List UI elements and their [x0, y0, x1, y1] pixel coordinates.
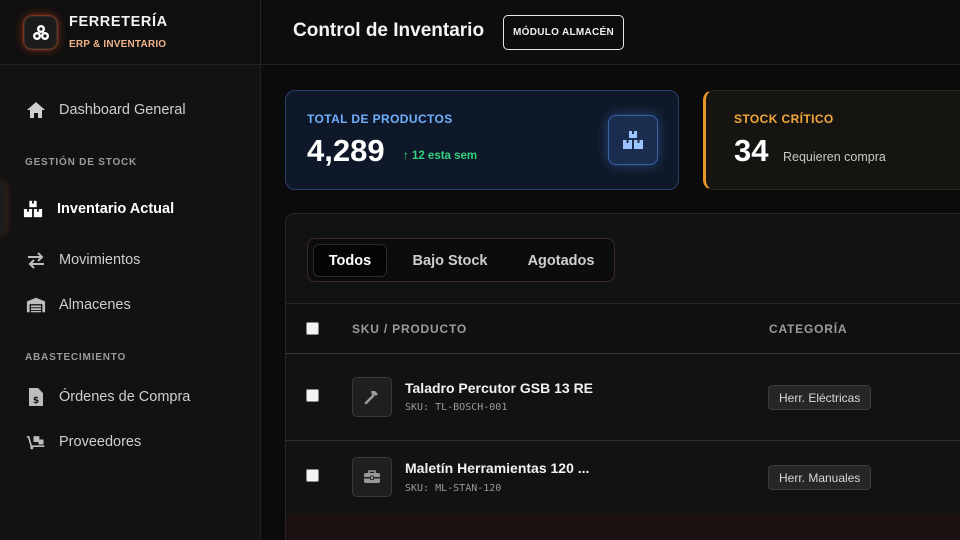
arrows-exchange-icon — [26, 250, 46, 270]
inventory-panel: Todos Bajo Stock Agotados SKU / PRODUCTO… — [285, 213, 960, 540]
column-header-category[interactable]: CATEGORÍA — [769, 322, 847, 336]
section-label-supply: ABASTECIMIENTO — [25, 352, 127, 363]
product-name: Taladro Percutor GSB 13 RE — [405, 380, 594, 396]
product-sku: SKU: ML-STAN-120 — [405, 483, 502, 494]
stat-value: 4,289 — [307, 133, 385, 168]
sidebar-item-suppliers[interactable]: Proveedores — [0, 422, 260, 462]
product-sku: SKU: TL-BOSCH-001 — [405, 402, 508, 413]
sidebar-item-inventory[interactable]: Inventario Actual — [0, 189, 260, 229]
brand-header: FERRETERÍA ERP & INVENTARIO — [0, 0, 260, 65]
boxes-icon — [23, 199, 43, 219]
sidebar-item-label: Inventario Actual — [57, 201, 175, 217]
row-checkbox[interactable] — [306, 469, 319, 482]
hammer-icon — [352, 377, 392, 417]
invoice-dollar-icon: $ — [26, 387, 46, 407]
filter-tabs: Todos Bajo Stock Agotados — [307, 238, 615, 282]
page-title: Control de Inventario — [293, 20, 485, 41]
sidebar-item-dashboard[interactable]: Dashboard General — [0, 90, 260, 130]
tab-todos[interactable]: Todos — [313, 244, 387, 277]
brand-subtitle: ERP & INVENTARIO — [69, 39, 167, 50]
section-label-stock: GESTIÓN DE STOCK — [25, 157, 138, 168]
sidebar-item-label: Proveedores — [59, 434, 142, 450]
toolbox-icon — [352, 457, 392, 497]
sidebar-item-label: Dashboard General — [59, 102, 186, 118]
stat-value: 34 — [734, 133, 769, 168]
warehouse-icon — [26, 295, 46, 315]
sidebar-item-movements[interactable]: Movimientos — [0, 240, 260, 280]
table-row[interactable]: Taladro Percutor GSB 13 RE SKU: TL-BOSCH… — [286, 354, 960, 441]
sidebar-item-label: Órdenes de Compra — [59, 389, 191, 405]
column-header-product[interactable]: SKU / PRODUCTO — [352, 322, 467, 336]
category-tag: Herr. Manuales — [768, 465, 872, 490]
table-row-partial[interactable] — [286, 514, 960, 540]
module-badge: MÓDULO ALMACÉN — [503, 15, 625, 50]
product-name: Maletín Herramientas 120 ... — [405, 460, 590, 476]
tab-bajo-stock[interactable]: Bajo Stock — [397, 244, 503, 277]
category-tag: Herr. Eléctricas — [768, 385, 872, 410]
sidebar: FERRETERÍA ERP & INVENTARIO Dashboard Ge… — [0, 0, 261, 540]
sidebar-item-label: Almacenes — [59, 297, 131, 313]
stat-label: TOTAL DE PRODUCTOS — [307, 112, 453, 126]
stat-card-critical-stock: STOCK CRÍTICO 34 Requieren compra — [703, 90, 960, 190]
brand-title: FERRETERÍA — [69, 14, 168, 30]
row-checkbox[interactable] — [306, 389, 319, 402]
svg-text:$: $ — [33, 396, 39, 406]
table-row[interactable]: Maletín Herramientas 120 ... SKU: ML-STA… — [286, 441, 960, 515]
stat-note: Requieren compra — [783, 150, 886, 164]
top-header: Control de Inventario MÓDULO ALMACÉN — [261, 0, 960, 65]
sidebar-item-warehouses[interactable]: Almacenes — [0, 285, 260, 325]
sidebar-item-label: Movimientos — [59, 252, 141, 268]
sidebar-item-purchase-orders[interactable]: $ Órdenes de Compra — [0, 377, 260, 417]
table-header: SKU / PRODUCTO CATEGORÍA — [286, 303, 960, 354]
stat-card-total-products: TOTAL DE PRODUCTOS 4,289 ↑ 12 esta sem — [285, 90, 679, 190]
cubes-icon — [24, 16, 57, 49]
truck-loading-icon — [26, 432, 46, 452]
boxes-icon — [608, 115, 658, 165]
home-icon — [26, 100, 46, 120]
tab-agotados[interactable]: Agotados — [513, 244, 609, 277]
select-all-checkbox[interactable] — [306, 322, 319, 335]
stat-label: STOCK CRÍTICO — [734, 112, 834, 126]
stat-trend: ↑ 12 esta sem — [403, 150, 478, 162]
